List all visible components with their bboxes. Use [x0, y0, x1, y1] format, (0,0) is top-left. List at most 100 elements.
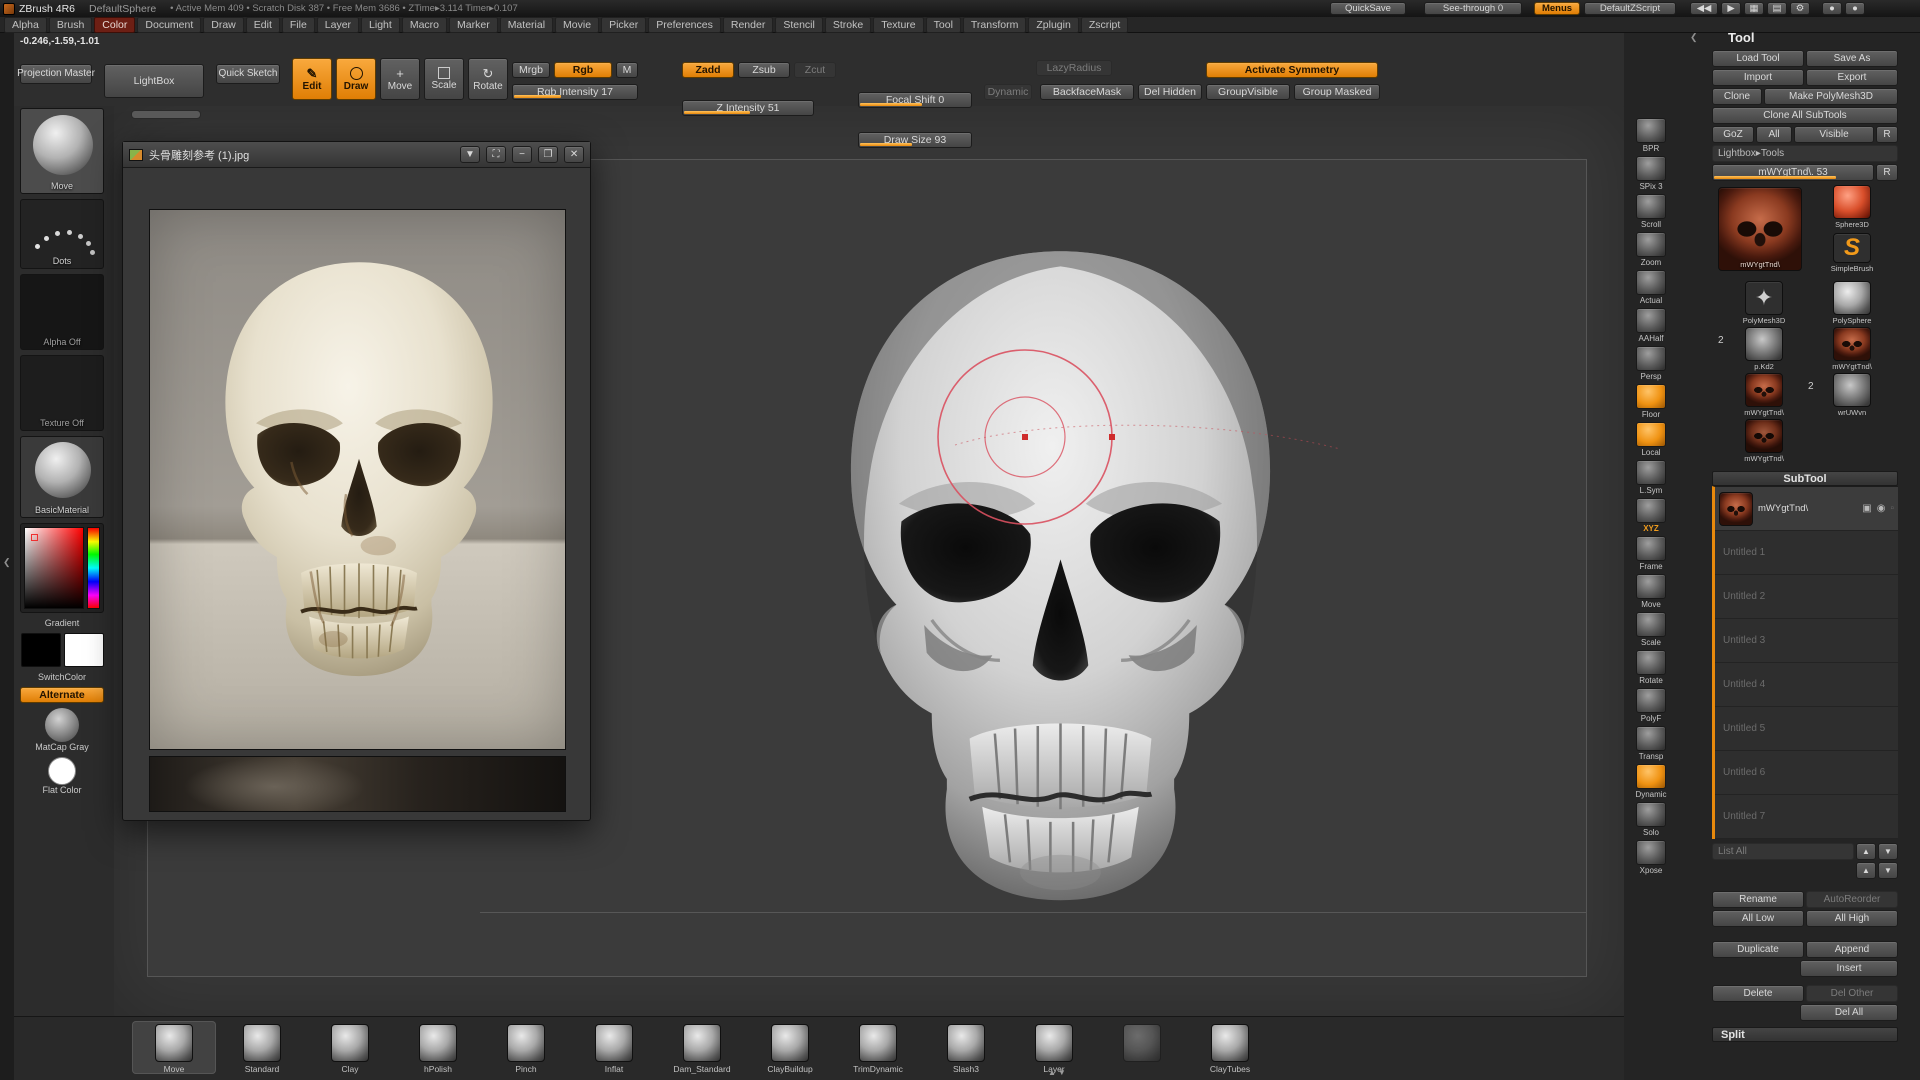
- slot-icon[interactable]: ▫: [1890, 503, 1894, 514]
- lightbox-button[interactable]: LightBox: [104, 64, 204, 98]
- menu-item[interactable]: Edit: [246, 17, 280, 33]
- lock-icon[interactable]: ●: [1822, 2, 1842, 15]
- menu-item[interactable]: Stroke: [825, 17, 871, 33]
- projection-master-button[interactable]: Projection Master: [20, 64, 92, 84]
- rgb-intensity-slider[interactable]: Rgb Intensity 17: [512, 84, 638, 100]
- subtool-section-header[interactable]: SubTool: [1712, 471, 1898, 486]
- draw-size-slider[interactable]: Draw Size 93: [858, 132, 972, 148]
- strip-tool[interactable]: AAHalf: [1630, 308, 1672, 343]
- menu-item[interactable]: Macro: [402, 17, 447, 33]
- menu-item[interactable]: Layer: [317, 17, 359, 33]
- reference-image-window[interactable]: 头骨雕刻参考 (1).jpg ▼ ⛶ − ❐ ✕: [122, 141, 591, 821]
- quicksave-button[interactable]: QuickSave: [1330, 2, 1406, 15]
- alternate-button[interactable]: Alternate: [20, 687, 104, 703]
- append-button[interactable]: Append: [1806, 941, 1898, 958]
- backface-mask-button[interactable]: BackfaceMask: [1040, 84, 1134, 100]
- activate-symmetry-button[interactable]: Activate Symmetry: [1206, 62, 1378, 78]
- window-close-icon[interactable]: ✕: [564, 146, 584, 163]
- window-minimize-icon[interactable]: −: [512, 146, 532, 163]
- menu-item[interactable]: File: [282, 17, 315, 33]
- material-thumb[interactable]: BasicMaterial: [20, 436, 104, 518]
- menu-item[interactable]: Draw: [203, 17, 244, 33]
- brush-tray-item[interactable]: Move: [132, 1021, 216, 1074]
- zscript-play-icon[interactable]: ▶: [1721, 2, 1741, 15]
- circle-icon[interactable]: ●: [1845, 2, 1865, 15]
- export-button[interactable]: Export: [1806, 69, 1898, 86]
- clone-all-subtools-button[interactable]: Clone All SubTools: [1712, 107, 1898, 124]
- brush-tray-item[interactable]: ClayTubes: [1188, 1021, 1272, 1074]
- window-maximize-icon[interactable]: ❐: [538, 146, 558, 163]
- make-polymesh3d-button[interactable]: Make PolyMesh3D: [1764, 88, 1898, 105]
- rename-button[interactable]: Rename: [1712, 891, 1804, 908]
- scale-mode-button[interactable]: Scale: [424, 58, 464, 100]
- insert-button[interactable]: Insert: [1800, 960, 1898, 977]
- brush-tray-item[interactable]: Standard: [220, 1021, 304, 1074]
- strip-tool[interactable]: Frame: [1630, 536, 1672, 571]
- dynamic-toggle[interactable]: Dynamic: [984, 84, 1032, 100]
- menu-item[interactable]: Transform: [963, 17, 1026, 33]
- menu-item[interactable]: Render: [723, 17, 773, 33]
- tool-thumb-item[interactable]: mWYgtTnd\: [1742, 419, 1786, 463]
- zadd-button[interactable]: Zadd: [682, 62, 734, 78]
- subtool-row-active[interactable]: mWYgtTnd\ ▣ ◉ ▫: [1715, 487, 1898, 531]
- strip-tool[interactable]: BPR: [1630, 118, 1672, 153]
- tool-thumb-item[interactable]: mWYgtTnd\: [1742, 373, 1786, 417]
- gear-icon[interactable]: ⚙: [1790, 2, 1810, 15]
- sv-square[interactable]: [24, 527, 84, 609]
- clone-button[interactable]: Clone: [1712, 88, 1762, 105]
- menu-item[interactable]: Texture: [873, 17, 923, 33]
- paint-icon[interactable]: ▣: [1862, 503, 1871, 514]
- eye-icon[interactable]: ◉: [1877, 503, 1886, 514]
- stroke-thumb[interactable]: Dots: [20, 199, 104, 269]
- subtool-bottom-button[interactable]: ▼: [1878, 862, 1898, 879]
- alpha-thumb[interactable]: Alpha Off: [20, 274, 104, 350]
- zsub-button[interactable]: Zsub: [738, 62, 790, 78]
- menu-item[interactable]: Color: [94, 17, 135, 33]
- goz-visible-button[interactable]: Visible: [1794, 126, 1874, 143]
- strip-tool[interactable]: Xpose: [1630, 840, 1672, 875]
- menu-item[interactable]: Marker: [449, 17, 498, 33]
- window-fit-icon[interactable]: ⛶: [486, 146, 506, 163]
- del-all-button[interactable]: Del All: [1800, 1004, 1898, 1021]
- brush-tray-item[interactable]: [1100, 1021, 1184, 1064]
- group-masked-button[interactable]: Group Masked: [1294, 84, 1380, 100]
- brush-tray-item[interactable]: Layer: [1012, 1021, 1096, 1074]
- menu-item[interactable]: Zscript: [1081, 17, 1129, 33]
- del-hidden-button[interactable]: Del Hidden: [1138, 84, 1202, 100]
- window-titlebar[interactable]: 头骨雕刻参考 (1).jpg ▼ ⛶ − ❐ ✕: [123, 142, 590, 168]
- duplicate-button[interactable]: Duplicate: [1712, 941, 1804, 958]
- goz-all-button[interactable]: All: [1756, 126, 1792, 143]
- matcap-item[interactable]: MatCap Gray: [20, 708, 104, 752]
- subtool-row[interactable]: Untitled 6: [1715, 751, 1898, 795]
- polymesh3d-item[interactable]: ✦ PolyMesh3D: [1742, 281, 1786, 325]
- group-visible-button[interactable]: GroupVisible: [1206, 84, 1290, 100]
- menu-item[interactable]: Preferences: [648, 17, 721, 33]
- panel-collapse-icon[interactable]: ❮: [1690, 32, 1698, 43]
- strip-tool[interactable]: Dynamic: [1630, 764, 1672, 799]
- split-section-header[interactable]: Split: [1712, 1027, 1898, 1042]
- save-as-button[interactable]: Save As: [1806, 50, 1898, 67]
- subtool-row[interactable]: Untitled 3: [1715, 619, 1898, 663]
- strip-tool[interactable]: PolyF: [1630, 688, 1672, 723]
- subtool-row[interactable]: Untitled 1: [1715, 531, 1898, 575]
- main-color-swatch[interactable]: [21, 633, 61, 667]
- texture-thumb[interactable]: Texture Off: [20, 355, 104, 431]
- switch-color-label[interactable]: SwitchColor: [20, 672, 104, 682]
- menu-item[interactable]: Material: [500, 17, 553, 33]
- secondary-color-swatch[interactable]: [64, 633, 104, 667]
- strip-tool[interactable]: Solo: [1630, 802, 1672, 837]
- menu-item[interactable]: Movie: [555, 17, 599, 33]
- grid-icon[interactable]: ▦: [1744, 2, 1764, 15]
- brush-tray-item[interactable]: hPolish: [396, 1021, 480, 1074]
- quick-sketch-button[interactable]: Quick Sketch: [216, 64, 280, 84]
- rotate-mode-button[interactable]: ↻ Rotate: [468, 58, 508, 100]
- strip-tool[interactable]: L.Sym: [1630, 460, 1672, 495]
- strip-tool[interactable]: Floor: [1630, 384, 1672, 419]
- subtool-row[interactable]: Untitled 5: [1715, 707, 1898, 751]
- subtool-row[interactable]: Untitled 2: [1715, 575, 1898, 619]
- strip-tool[interactable]: Scroll: [1630, 194, 1672, 229]
- del-other-button[interactable]: Del Other: [1806, 985, 1898, 1002]
- hue-bar[interactable]: [87, 527, 100, 609]
- tool-thumb-item[interactable]: mWYgtTnd\: [1830, 327, 1874, 371]
- gradient-label[interactable]: Gradient: [20, 618, 104, 628]
